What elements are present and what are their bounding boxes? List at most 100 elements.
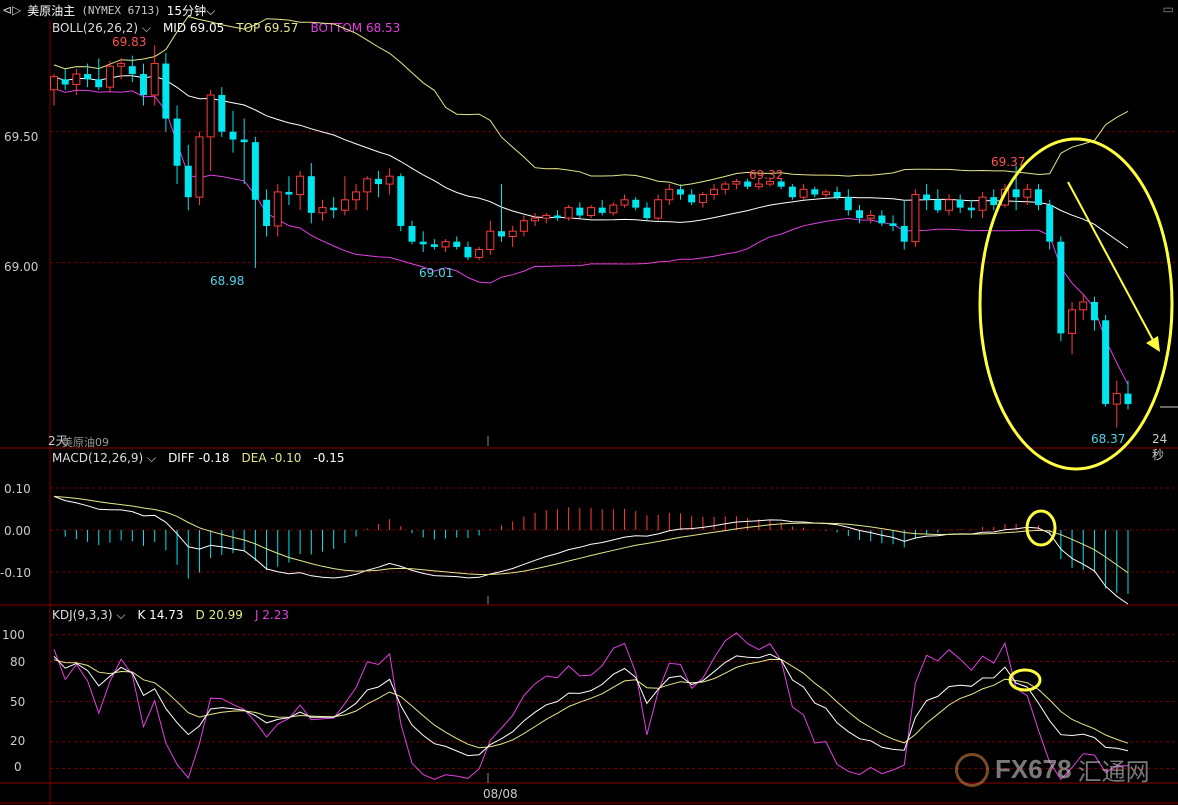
candle-body xyxy=(878,215,886,224)
candle-body xyxy=(273,191,282,227)
candle-body xyxy=(419,241,427,245)
candle-body xyxy=(263,199,271,226)
candle-body xyxy=(385,175,394,185)
candle-body xyxy=(542,214,551,219)
candle-body xyxy=(1068,309,1077,334)
candle-body xyxy=(117,63,126,67)
watermark-logo-icon xyxy=(955,752,989,787)
macd-tick-label: 0.10 xyxy=(4,482,31,496)
candle-body xyxy=(654,199,663,219)
candle-body xyxy=(296,175,305,196)
candle-body xyxy=(128,66,136,75)
candle-body xyxy=(430,244,438,247)
candle-body xyxy=(184,165,192,198)
candle-body xyxy=(821,191,830,196)
candle-body xyxy=(285,191,293,195)
candle-body xyxy=(576,207,584,216)
candle-body xyxy=(105,65,114,88)
watermark-brand: FX678 xyxy=(995,754,1072,784)
candle-body xyxy=(441,241,450,248)
candle-body xyxy=(229,131,237,140)
boll-top-line xyxy=(53,15,1129,187)
candle-body xyxy=(934,199,942,211)
candle-body xyxy=(218,95,226,132)
candle-body xyxy=(374,178,382,185)
candle-body xyxy=(710,188,719,196)
candle-body xyxy=(330,207,338,211)
candle-body xyxy=(340,199,349,211)
candle-body xyxy=(464,246,472,258)
kdj-tick-label: 80 xyxy=(10,655,26,669)
candle-body xyxy=(150,63,159,96)
price-chart-svg[interactable] xyxy=(0,0,1178,805)
candle-body xyxy=(788,186,796,198)
candle-body xyxy=(397,176,405,226)
candle-body xyxy=(620,199,629,206)
countdown-label: 24秒 xyxy=(1152,432,1168,462)
candle-body xyxy=(811,189,819,195)
candle-body xyxy=(498,231,505,237)
low-label: 68.37 xyxy=(1091,432,1126,446)
macd-tick-label: 0.00 xyxy=(4,524,31,538)
candle-body xyxy=(900,225,908,242)
high-label: 69.37 xyxy=(991,155,1026,169)
candle-body xyxy=(866,214,875,219)
candle-body xyxy=(587,207,595,216)
date-axis-label: 08/08 xyxy=(483,787,518,801)
candle-body xyxy=(173,118,181,166)
candle-body xyxy=(688,194,696,203)
candle-body xyxy=(363,178,372,193)
candle-body xyxy=(698,194,707,203)
low-label: 69.01 xyxy=(419,266,454,280)
candle-body xyxy=(609,204,618,214)
candle-body xyxy=(598,207,606,213)
candle-body xyxy=(911,194,920,243)
candle-body xyxy=(50,76,58,91)
candle-body xyxy=(923,194,931,200)
kdj-tick-label: 50 xyxy=(10,695,26,709)
kdj-d-line xyxy=(53,658,1129,749)
candle-body xyxy=(744,181,752,187)
candle-body xyxy=(799,188,808,198)
candle-body xyxy=(206,94,215,138)
kdj-tick-label: 0 xyxy=(14,760,22,774)
price-tick-label: 69.50 xyxy=(4,130,39,144)
candle-body xyxy=(856,210,863,219)
candle-body xyxy=(1046,205,1054,242)
candle-body xyxy=(990,197,998,206)
boll-bottom-line xyxy=(53,88,1129,385)
macd-tick-label: -0.10 xyxy=(0,566,32,580)
candle-body xyxy=(1057,241,1065,334)
highlight-ellipse xyxy=(978,137,1174,471)
candle-body xyxy=(632,199,640,208)
candle-body xyxy=(945,199,953,211)
candle-body xyxy=(61,79,69,85)
candle-body xyxy=(1012,189,1020,198)
candle-body xyxy=(95,79,103,88)
candle-body xyxy=(956,199,964,208)
candle-body xyxy=(1079,301,1088,311)
candle-body xyxy=(240,139,248,143)
contract-label: 美原油09 xyxy=(62,436,109,449)
watermark: FX678 汇通网 xyxy=(955,752,1150,787)
candle-body xyxy=(643,207,651,219)
candle-body xyxy=(486,230,495,251)
candle-body xyxy=(72,73,81,86)
candle-body xyxy=(195,136,204,198)
candle-body xyxy=(967,207,975,211)
candle-body xyxy=(1102,320,1110,405)
candle-body xyxy=(777,181,785,187)
kdj-tick-label: 100 xyxy=(2,628,25,642)
candle-body xyxy=(307,176,315,213)
candle-body xyxy=(162,63,170,119)
watermark-brand-cn: 汇通网 xyxy=(1077,758,1150,786)
low-label: 68.98 xyxy=(210,274,245,288)
candle-body xyxy=(844,197,852,211)
kdj-tick-label: 20 xyxy=(10,734,26,748)
candle-body xyxy=(453,241,461,247)
candle-body xyxy=(508,230,517,237)
candle-body xyxy=(978,196,987,211)
boll-mid-line xyxy=(53,75,1129,249)
candle-body xyxy=(140,74,147,96)
candle-body xyxy=(553,215,561,219)
